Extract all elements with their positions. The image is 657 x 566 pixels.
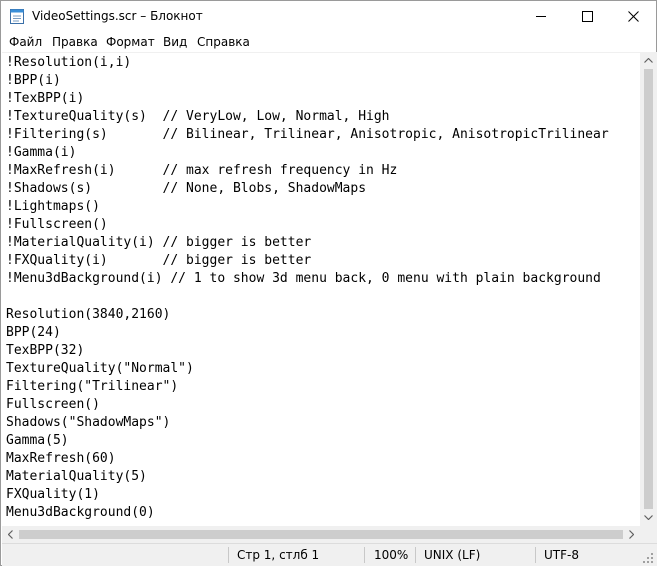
text-line[interactable]: Filtering("Trilinear") <box>6 378 609 396</box>
menu-bar: Файл Правка Формат Вид Справка <box>1 32 656 52</box>
text-line[interactable]: !Shadows(s) // None, Blobs, ShadowMaps <box>6 180 609 198</box>
menu-format[interactable]: Формат <box>106 35 155 49</box>
menu-file[interactable]: Файл <box>9 35 42 49</box>
notepad-icon <box>10 8 24 24</box>
menu-edit[interactable]: Правка <box>52 35 98 49</box>
editor-text[interactable]: !Resolution(i,i) !BPP(i) !TexBPP(i) !Textur… <box>6 54 609 522</box>
text-line[interactable]: !Gamma(i) <box>6 144 609 162</box>
text-line[interactable]: !MaterialQuality(i) // bigger is better <box>6 234 609 252</box>
scroll-right-button[interactable] <box>623 526 640 543</box>
scroll-down-button[interactable] <box>640 509 657 526</box>
text-line[interactable]: !TexBPP(i) <box>6 90 609 108</box>
text-line[interactable]: TextureQuality("Normal") <box>6 360 609 378</box>
status-divider <box>415 547 416 563</box>
maximize-button[interactable] <box>564 1 610 31</box>
menu-view[interactable]: Вид <box>163 35 187 49</box>
text-line[interactable]: !MaxRefresh(i) // max refresh frequency … <box>6 162 609 180</box>
text-line[interactable]: Resolution(3840,2160) <box>6 306 609 324</box>
text-line[interactable]: Fullscreen() <box>6 396 609 414</box>
text-editor[interactable]: !Resolution(i,i) !BPP(i) !TexBPP(i) !Textur… <box>2 52 640 526</box>
status-divider <box>228 547 229 563</box>
vertical-scrollbar[interactable] <box>640 52 657 526</box>
minimize-button[interactable] <box>518 1 564 31</box>
text-line[interactable]: !Filtering(s) // Bilinear, Trilinear, An… <box>6 126 609 144</box>
text-line[interactable]: Menu3dBackground(0) <box>6 504 609 522</box>
window-title: VideoSettings.scr – Блокнот <box>32 9 203 23</box>
text-line[interactable]: !Resolution(i,i) <box>6 54 609 72</box>
chevron-down-icon <box>644 515 653 520</box>
text-line[interactable]: FXQuality(1) <box>6 486 609 504</box>
text-line[interactable]: !Lightmaps() <box>6 198 609 216</box>
text-line[interactable]: !TextureQuality(s) // VeryLow, Low, Norm… <box>6 108 609 126</box>
text-line[interactable]: !FXQuality(i) // bigger is better <box>6 252 609 270</box>
scroll-left-button[interactable] <box>2 526 19 543</box>
horizontal-scrollbar[interactable] <box>2 526 640 543</box>
horizontal-scroll-thumb[interactable] <box>19 530 623 539</box>
close-icon <box>627 10 639 22</box>
encoding: UTF-8 <box>544 548 579 562</box>
chevron-left-icon <box>8 530 13 539</box>
text-line[interactable]: Gamma(5) <box>6 432 609 450</box>
scroll-up-button[interactable] <box>640 52 657 69</box>
text-line[interactable]: !BPP(i) <box>6 72 609 90</box>
vertical-scroll-thumb[interactable] <box>644 69 653 509</box>
zoom-level: 100% <box>374 548 409 562</box>
chevron-right-icon <box>629 530 634 539</box>
menu-help[interactable]: Справка <box>197 35 250 49</box>
title-bar[interactable]: VideoSettings.scr – Блокнот <box>1 1 656 31</box>
maximize-icon <box>581 10 593 22</box>
scrollbar-corner <box>640 526 657 543</box>
text-line[interactable] <box>6 288 609 306</box>
text-line[interactable]: !Fullscreen() <box>6 216 609 234</box>
cursor-position: Стр 1, стлб 1 <box>237 548 320 562</box>
text-line[interactable]: BPP(24) <box>6 324 609 342</box>
text-line[interactable]: MaterialQuality(5) <box>6 468 609 486</box>
status-bar: Стр 1, стлб 1 100% UNIX (LF) UTF-8 <box>2 543 657 566</box>
line-endings: UNIX (LF) <box>424 548 481 562</box>
text-line[interactable]: !Menu3dBackground(i) // 1 to show 3d men… <box>6 270 609 288</box>
status-divider <box>364 547 365 563</box>
text-line[interactable]: TexBPP(32) <box>6 342 609 360</box>
resize-grip-icon[interactable] <box>642 552 654 564</box>
status-divider <box>535 547 536 563</box>
chevron-up-icon <box>644 58 653 63</box>
text-line[interactable]: MaxRefresh(60) <box>6 450 609 468</box>
notepad-window: VideoSettings.scr – Блокнот Файл Правка … <box>0 0 657 566</box>
minimize-icon <box>535 15 546 17</box>
text-line[interactable]: Shadows("ShadowMaps") <box>6 414 609 432</box>
close-button[interactable] <box>610 1 656 31</box>
